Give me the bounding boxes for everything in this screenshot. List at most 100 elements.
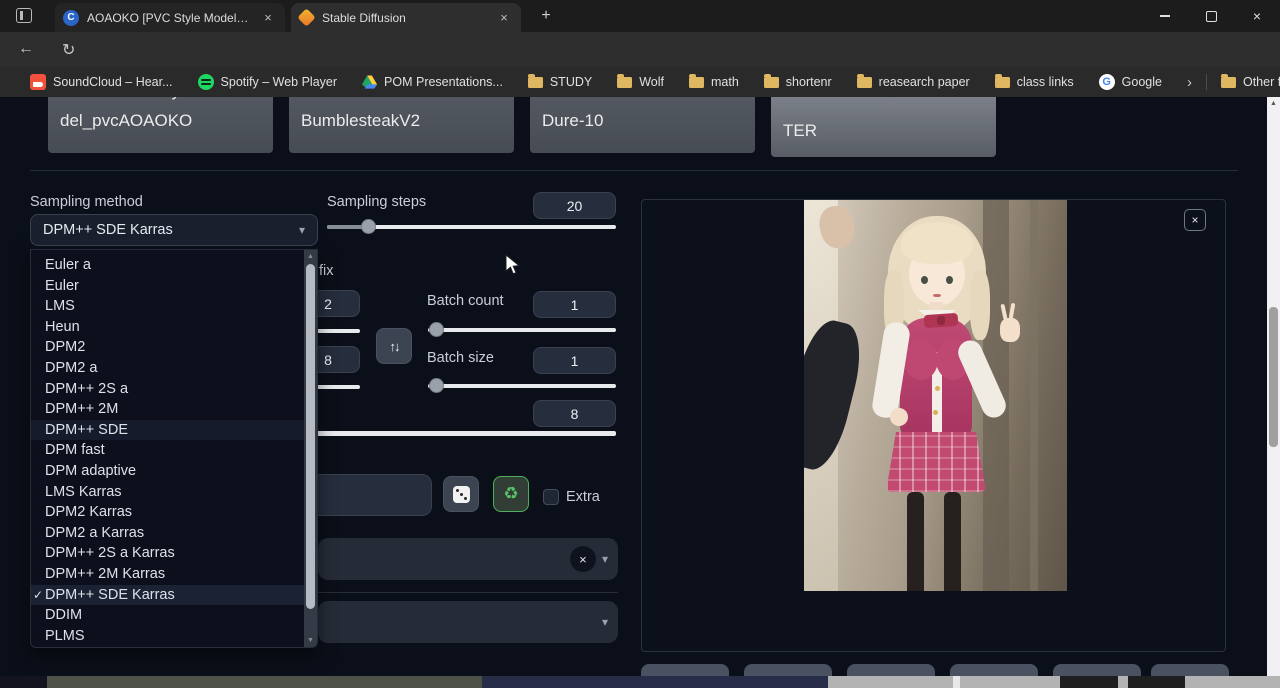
back-button[interactable]: ←: [18, 40, 34, 58]
batch-size-slider[interactable]: [428, 384, 616, 388]
option-euler[interactable]: Euler: [31, 276, 304, 297]
bookmark-label: SoundCloud – Hear...: [53, 75, 173, 89]
bookmark-pom-presentations[interactable]: POM Presentations...: [362, 75, 503, 89]
model-card-dure-10[interactable]: Dure-10: [530, 97, 755, 153]
script-dropdown[interactable]: ▾: [318, 601, 618, 643]
cfg-scale-slider[interactable]: [300, 431, 616, 436]
option-label: DPM++ SDE Karras: [45, 587, 175, 603]
bookmarks-overflow-chevron-icon[interactable]: ›: [1187, 74, 1192, 91]
option-dpm2[interactable]: DPM2: [31, 337, 304, 358]
batch-count-input[interactable]: 1: [533, 291, 616, 318]
option-lms[interactable]: LMS: [31, 296, 304, 317]
workspaces-icon[interactable]: [16, 8, 32, 23]
art-shape: [901, 222, 973, 264]
bookmark-folder-reasearch-paper[interactable]: reasearch paper: [857, 75, 970, 89]
page-scrollbar[interactable]: ▲ ▼: [1267, 97, 1280, 688]
option-dpm-adaptive[interactable]: DPM adaptive: [31, 461, 304, 482]
swap-arrows-icon: ↑↓: [390, 339, 399, 354]
art-shape: [946, 276, 953, 284]
option-euler-a[interactable]: Euler a: [31, 255, 304, 276]
window-close-button[interactable]: ×: [1234, 0, 1280, 32]
bookmark-google[interactable]: G Google: [1099, 74, 1162, 90]
scroll-down-icon[interactable]: ▼: [304, 637, 317, 644]
tab-civitai[interactable]: C AOAOKO [PVC Style Model] - PV ×: [55, 3, 285, 32]
scrollbar-thumb[interactable]: [306, 264, 315, 609]
close-image-button[interactable]: ×: [1184, 209, 1206, 231]
civitai-favicon-icon: C: [63, 10, 79, 26]
generated-image[interactable]: [804, 200, 1067, 591]
bookmark-folder-study[interactable]: STUDY: [528, 75, 592, 89]
model-card-ter[interactable]: TER: [771, 97, 996, 157]
reuse-seed-button[interactable]: ♻: [493, 476, 529, 512]
cfg-scale-input[interactable]: 8: [533, 400, 616, 427]
background-window-strip: [482, 676, 828, 688]
scrollbar-thumb[interactable]: [1269, 307, 1278, 447]
tab-stable-diffusion[interactable]: Stable Diffusion ×: [291, 3, 521, 32]
bookmark-folder-wolf[interactable]: Wolf: [617, 75, 664, 89]
sampling-steps-input[interactable]: 20: [533, 192, 616, 219]
art-shape: [921, 276, 928, 284]
model-card-del-pvcaoaoko[interactable]: aoaoko PVCStyleMo del_pvcAOAOKO: [48, 97, 273, 153]
bookmark-folder-math[interactable]: math: [689, 75, 739, 89]
bookmarks-separator: [1206, 74, 1207, 90]
action-button-4[interactable]: [950, 664, 1038, 676]
sampling-steps-slider[interactable]: [327, 225, 616, 229]
clear-styles-icon[interactable]: ×: [570, 546, 596, 572]
option-dpmpp-sde-karras[interactable]: ✓DPM++ SDE Karras: [31, 585, 304, 606]
sampling-method-select[interactable]: DPM++ SDE Karras ▾: [30, 214, 318, 246]
art-shape: [933, 294, 941, 297]
bookmark-label: shortenr: [786, 75, 832, 89]
option-dpmpp-2s-a-karras[interactable]: DPM++ 2S a Karras: [31, 543, 304, 564]
bookmark-folder-shortenr[interactable]: shortenr: [764, 75, 832, 89]
other-favorites-folder[interactable]: Other favorites: [1221, 75, 1280, 89]
option-dpmpp-2m-karras[interactable]: DPM++ 2M Karras: [31, 564, 304, 585]
slider-thumb[interactable]: [361, 219, 376, 234]
swap-dimensions-button[interactable]: ↑↓: [376, 328, 412, 364]
bookmark-soundcloud[interactable]: SoundCloud – Hear...: [30, 74, 173, 90]
bookmark-label: reasearch paper: [879, 75, 970, 89]
art-shape: [890, 408, 908, 426]
restore-button[interactable]: [1188, 0, 1234, 32]
sampler-options-list: Euler a Euler LMS Heun DPM2 DPM2 a DPM++…: [30, 249, 318, 648]
option-dpmpp-2m[interactable]: DPM++ 2M: [31, 399, 304, 420]
action-button-5[interactable]: [1053, 664, 1141, 676]
bookmark-spotify[interactable]: Spotify – Web Player: [198, 74, 338, 90]
refresh-button[interactable]: ↻: [62, 40, 75, 60]
batch-count-slider[interactable]: [428, 328, 616, 332]
scroll-up-icon[interactable]: ▲: [304, 253, 317, 260]
random-seed-button[interactable]: [443, 476, 479, 512]
section-divider: [318, 592, 618, 593]
action-button-3[interactable]: [847, 664, 935, 676]
option-dpm2-a-karras[interactable]: DPM2 a Karras: [31, 523, 304, 544]
option-dpmpp-2s-a[interactable]: DPM++ 2S a: [31, 379, 304, 400]
option-heun[interactable]: Heun: [31, 317, 304, 338]
slider-thumb[interactable]: [429, 322, 444, 337]
batch-size-input[interactable]: 1: [533, 347, 616, 374]
action-button-6[interactable]: [1151, 664, 1229, 676]
option-ddim[interactable]: DDIM: [31, 605, 304, 626]
batch-count-label: Batch count: [427, 293, 504, 309]
tab-close-icon[interactable]: ×: [259, 9, 277, 27]
option-dpm-fast[interactable]: DPM fast: [31, 440, 304, 461]
minimize-button[interactable]: [1142, 0, 1188, 32]
option-dpm2-a[interactable]: DPM2 a: [31, 358, 304, 379]
option-lms-karras[interactable]: LMS Karras: [31, 482, 304, 503]
action-button-2[interactable]: [744, 664, 832, 676]
extra-checkbox[interactable]: [543, 489, 559, 505]
new-tab-button[interactable]: +: [536, 7, 556, 25]
tab-close-icon[interactable]: ×: [495, 9, 513, 27]
art-shape: [944, 492, 961, 591]
styles-dropdown[interactable]: × ▾: [318, 538, 618, 580]
drive-icon: [362, 75, 377, 89]
scroll-up-icon[interactable]: ▲: [1267, 100, 1280, 107]
option-plms[interactable]: PLMS: [31, 626, 304, 647]
action-button-1[interactable]: [641, 664, 729, 676]
screen: C AOAOKO [PVC Style Model] - PV × Stable…: [0, 0, 1280, 688]
seed-input[interactable]: [300, 474, 432, 516]
slider-thumb[interactable]: [429, 378, 444, 393]
bookmark-folder-class-links[interactable]: class links: [995, 75, 1074, 89]
option-dpm2-karras[interactable]: DPM2 Karras: [31, 502, 304, 523]
option-dpmpp-sde[interactable]: DPM++ SDE: [31, 420, 304, 441]
dropdown-scrollbar[interactable]: ▲ ▼: [304, 250, 317, 647]
model-card-bumblesteakv2[interactable]: BumblesteakV2: [289, 97, 514, 153]
